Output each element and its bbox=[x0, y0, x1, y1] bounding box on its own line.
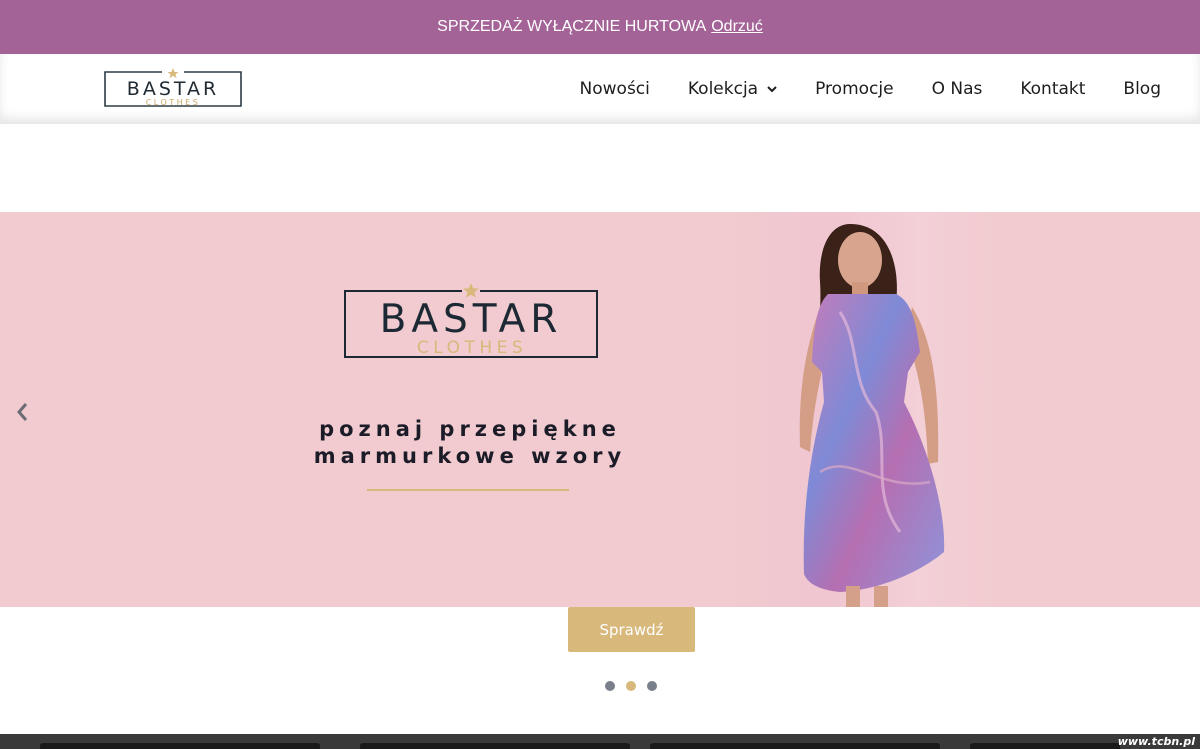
hero-brand-logo: BASTAR CLOTHES bbox=[344, 283, 598, 358]
nav-item-o-nas[interactable]: O Nas bbox=[932, 79, 983, 99]
hero-logo-brand-text: BASTAR bbox=[380, 297, 563, 342]
chevron-down-icon bbox=[767, 86, 777, 93]
brand-logo[interactable]: BASTAR CLOTHES bbox=[104, 68, 242, 108]
watermark-text: www.tcbn.pl bbox=[1117, 735, 1195, 748]
tagline-line-2: marmurkowe wzory bbox=[313, 444, 627, 468]
nav-item-nowosci[interactable]: Nowości bbox=[580, 79, 650, 99]
nav-item-blog[interactable]: Blog bbox=[1123, 79, 1161, 99]
wholesale-notice-bar: SPRZEDAŻ WYŁĄCZNIE HURTOWA Odrzuć bbox=[0, 0, 1200, 54]
divider bbox=[367, 489, 569, 491]
nav-item-promocje[interactable]: Promocje bbox=[815, 79, 893, 99]
logo-sub-text: CLOTHES bbox=[146, 98, 201, 107]
slider-dots bbox=[605, 681, 657, 691]
hero-slider: BASTAR CLOTHES poznaj przepiękne marmurk… bbox=[0, 212, 1200, 607]
logo-brand-text: BASTAR bbox=[127, 78, 219, 100]
main-nav: Nowości Kolekcja Promocje O Nas Kontakt … bbox=[542, 54, 1161, 124]
model-photo bbox=[799, 224, 945, 607]
notice-text: SPRZEDAŻ WYŁĄCZNIE HURTOWA bbox=[437, 18, 707, 35]
slide-dot-1[interactable] bbox=[605, 681, 615, 691]
tagline-line-1: poznaj przepiękne bbox=[319, 417, 621, 441]
hero-logo-sub-text: CLOTHES bbox=[417, 338, 527, 358]
dismiss-link[interactable]: Odrzuć bbox=[711, 18, 763, 36]
next-section-preview bbox=[0, 734, 1200, 749]
hero-tagline: poznaj przepiękne marmurkowe wzory bbox=[240, 416, 700, 470]
slide-dot-2[interactable] bbox=[626, 681, 636, 691]
site-header: BASTAR CLOTHES Nowości Kolekcja Promocje… bbox=[0, 54, 1200, 124]
star-icon bbox=[167, 68, 179, 79]
slide-dot-3[interactable] bbox=[647, 681, 657, 691]
sprawdz-button[interactable]: Sprawdź bbox=[568, 607, 695, 652]
chevron-left-icon[interactable] bbox=[14, 400, 32, 424]
nav-item-kontakt[interactable]: Kontakt bbox=[1020, 79, 1085, 99]
nav-item-kolekcja[interactable]: Kolekcja bbox=[688, 79, 777, 99]
star-icon bbox=[463, 283, 479, 298]
